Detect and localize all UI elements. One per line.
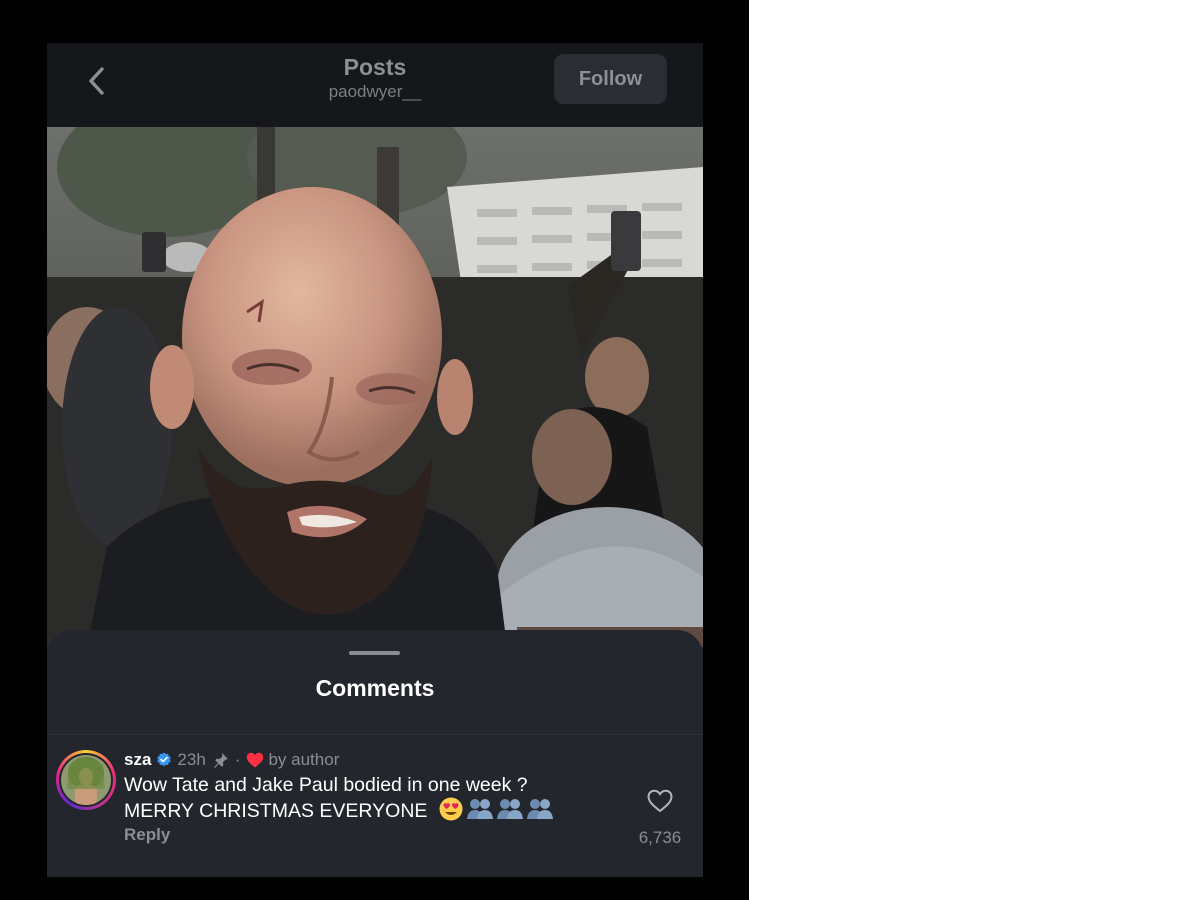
post-photo[interactable] — [47, 127, 703, 647]
people-silhouettes-emoji — [467, 799, 494, 819]
comment-meta: sza 23h · by author — [124, 748, 339, 772]
heart-outline-icon[interactable] — [647, 789, 673, 813]
comment-text: Wow Tate and Jake Paul bodied in one wee… — [124, 773, 594, 823]
heart-eyes-emoji — [439, 797, 463, 821]
comment-item: sza 23h · by author Wow Tate and Jake Pa… — [47, 748, 703, 868]
avatar[interactable] — [56, 750, 116, 810]
divider — [47, 734, 703, 735]
phone-frame: Posts paodwyer__ Follow Comments sza 23h… — [0, 0, 749, 900]
verified-badge-icon — [157, 752, 172, 767]
avatar-image — [61, 755, 111, 805]
reply-button[interactable]: Reply — [124, 825, 170, 845]
comment-text-line-1: Wow Tate and Jake Paul bodied in one wee… — [124, 774, 528, 796]
liked-by-author-label: by author — [268, 750, 340, 769]
people-silhouettes-emoji — [497, 799, 524, 819]
post-image — [47, 127, 703, 647]
meta-separator: · — [234, 750, 241, 769]
comments-sheet: Comments sza 23h · by author Wow Tate an… — [47, 630, 703, 877]
comments-title: Comments — [315, 675, 435, 701]
sheet-drag-handle[interactable] — [349, 651, 400, 655]
post-viewer: Posts paodwyer__ Follow Comments sza 23h… — [47, 43, 703, 877]
pin-icon — [213, 753, 228, 768]
follow-button[interactable]: Follow — [554, 54, 667, 104]
top-bar: Posts paodwyer__ Follow — [47, 43, 703, 127]
comment-username[interactable]: sza — [124, 750, 151, 770]
comment-text-line-2: MERRY CHRISTMAS EVERYONE — [124, 797, 594, 823]
like-count: 6,736 — [638, 828, 682, 847]
comment-time: 23h — [177, 750, 206, 769]
people-silhouettes-emoji — [527, 799, 554, 819]
heart-filled-icon — [247, 752, 264, 768]
